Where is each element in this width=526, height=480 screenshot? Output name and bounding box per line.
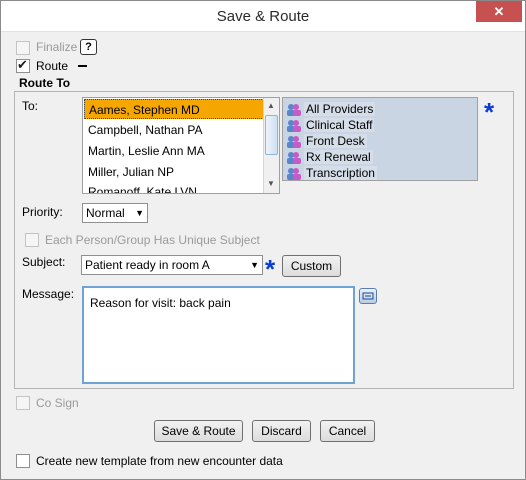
save-route-dialog: Save & Route ✕ Finalize ? ✔ Route Route …: [0, 0, 526, 480]
group-label: Clinical Staff: [304, 118, 375, 132]
discard-button[interactable]: Discard: [252, 420, 311, 442]
subject-label: Subject:: [22, 255, 66, 269]
help-button[interactable]: ?: [80, 39, 97, 55]
chevron-down-icon: ▼: [250, 260, 259, 270]
message-text: Reason for visit: back pain: [90, 296, 231, 310]
create-template-label: Create new template from new encounter d…: [36, 454, 283, 468]
window-title: Save & Route: [216, 8, 310, 25]
list-item[interactable]: Romanoff, Kate LVN: [84, 182, 264, 193]
route-to-heading: Route To: [19, 76, 71, 90]
priority-label: Priority:: [22, 205, 63, 219]
list-item[interactable]: Martin, Leslie Ann MA: [84, 141, 264, 161]
cancel-button[interactable]: Cancel: [320, 420, 375, 442]
group-icon: [287, 104, 301, 117]
message-label: Message:: [22, 287, 75, 301]
close-button[interactable]: ✕: [476, 1, 522, 22]
subject-value: Patient ready in room A: [85, 258, 210, 272]
custom-button[interactable]: Custom: [282, 255, 341, 277]
group-icon: [287, 152, 301, 165]
route-label: Route: [36, 59, 69, 73]
scroll-thumb[interactable]: [265, 115, 278, 155]
unique-subject-label: Each Person/Group Has Unique Subject: [45, 233, 260, 247]
list-item[interactable]: All Providers: [285, 101, 376, 117]
save-route-button[interactable]: Save & Route: [154, 420, 243, 442]
title-bar: Save & Route ✕: [1, 1, 525, 32]
finalize-label: Finalize: [36, 40, 78, 54]
group-label: All Providers: [304, 102, 376, 116]
list-item[interactable]: Miller, Julian NP: [84, 162, 264, 182]
group-label: Front Desk: [304, 134, 367, 148]
group-icon: [287, 136, 301, 149]
list-item[interactable]: Campbell, Nathan PA: [84, 120, 264, 140]
message-textarea[interactable]: Reason for visit: back pain: [82, 286, 355, 384]
priority-value: Normal: [86, 206, 125, 220]
create-template-checkbox[interactable]: [16, 454, 30, 468]
provider-list[interactable]: Aames, Stephen MD Campbell, Nathan PA Ma…: [82, 97, 280, 194]
subject-select[interactable]: Patient ready in room A ▼: [81, 255, 263, 275]
co-sign-checkbox[interactable]: [16, 396, 30, 410]
list-item[interactable]: Clinical Staff: [285, 117, 375, 133]
keyboard-icon[interactable]: [359, 288, 377, 304]
unique-subject-checkbox[interactable]: [25, 233, 39, 247]
chevron-down-icon: ▼: [135, 208, 144, 218]
provider-list-scrollbar[interactable]: ▲ ▼: [263, 98, 279, 193]
list-item[interactable]: Front Desk: [285, 133, 367, 149]
keyboard-glyph-icon: [362, 292, 374, 300]
checkmark-icon: ✔: [17, 57, 28, 72]
collapse-icon[interactable]: [78, 65, 87, 67]
group-icon: [287, 120, 301, 133]
list-item[interactable]: Transcription: [285, 165, 377, 181]
scroll-up-icon[interactable]: ▲: [264, 99, 278, 113]
required-asterisk-icon: *: [484, 97, 495, 127]
group-list[interactable]: All Providers Clinical Staff Front Desk …: [282, 97, 478, 181]
group-label: Rx Renewal: [304, 150, 373, 164]
list-item[interactable]: Rx Renewal: [285, 149, 373, 165]
group-label: Transcription: [304, 166, 377, 180]
priority-select[interactable]: Normal ▼: [82, 203, 148, 223]
to-label: To:: [22, 99, 39, 113]
group-icon: [287, 168, 301, 181]
scroll-down-icon[interactable]: ▼: [264, 177, 278, 191]
list-item[interactable]: Aames, Stephen MD: [84, 99, 264, 119]
co-sign-label: Co Sign: [36, 396, 79, 410]
route-checkbox[interactable]: ✔: [16, 57, 30, 73]
finalize-checkbox[interactable]: [16, 41, 30, 55]
required-asterisk-icon: *: [265, 254, 276, 284]
